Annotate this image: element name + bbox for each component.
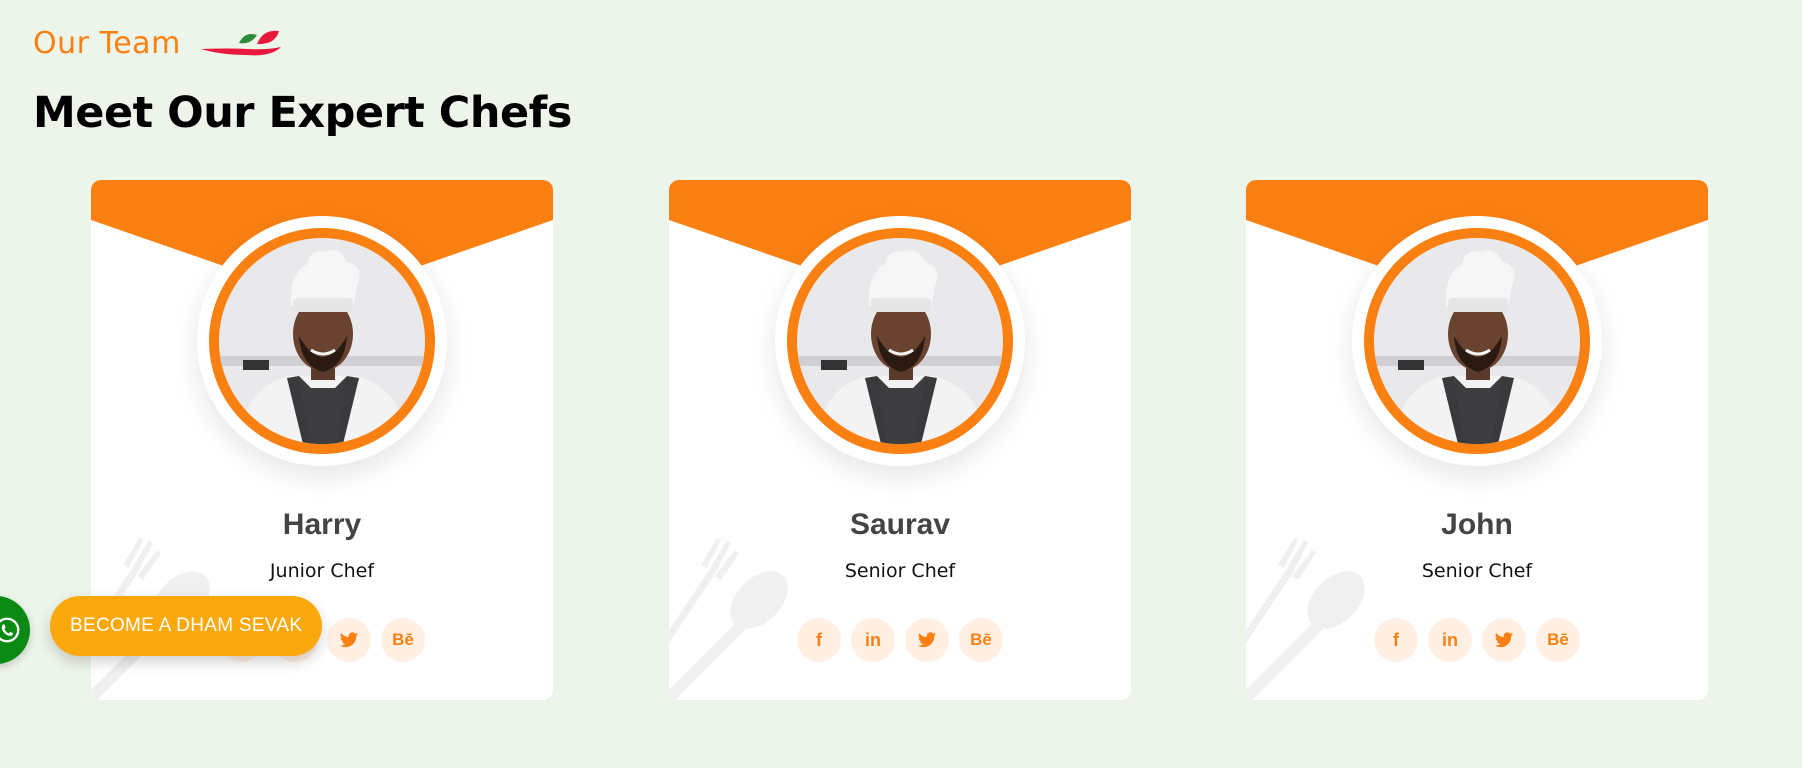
linkedin-icon: in [865, 629, 881, 650]
chef-social-links: f in Bē [669, 618, 1131, 662]
chef-photo [797, 238, 1003, 444]
section-eyebrow: Our Team [33, 26, 283, 61]
chef-avatar [787, 228, 1013, 454]
facebook-icon: f [816, 629, 822, 650]
chef-card: Saurav Senior Chef f in Bē [669, 180, 1131, 700]
chef-card: John Senior Chef f in Bē [1246, 180, 1708, 700]
section-heading: Meet Our Expert Chefs [33, 88, 572, 138]
chef-role: Senior Chef [844, 560, 956, 582]
facebook-link[interactable]: f [797, 618, 841, 662]
linkedin-icon: in [1442, 629, 1458, 650]
become-sevak-button[interactable]: BECOME A DHAM SEVAK [50, 596, 323, 656]
chef-name: Saurav [849, 508, 951, 541]
twitter-link[interactable] [1482, 618, 1526, 662]
facebook-link[interactable]: f [1374, 618, 1418, 662]
chef-avatar-ring [775, 216, 1025, 466]
twitter-icon [917, 632, 937, 648]
chef-avatar [1364, 228, 1590, 454]
chef-avatar [209, 228, 435, 454]
plate-leaf-icon [200, 30, 281, 55]
chef-social-links: f in Bē [1246, 618, 1708, 662]
chef-role: Senior Chef [1421, 560, 1533, 582]
behance-icon: Bē [970, 630, 992, 649]
linkedin-link[interactable]: in [851, 618, 895, 662]
chef-name: John [1441, 508, 1513, 541]
chef-photo [1374, 238, 1580, 444]
twitter-icon [1494, 632, 1514, 648]
twitter-link[interactable] [327, 618, 371, 662]
whatsapp-icon [0, 617, 20, 643]
behance-icon: Bē [392, 630, 414, 649]
chef-avatar-ring [1352, 216, 1602, 466]
behance-link[interactable]: Bē [1536, 618, 1580, 662]
twitter-link[interactable] [905, 618, 949, 662]
behance-icon: Bē [1547, 630, 1569, 649]
facebook-icon: f [1393, 629, 1399, 650]
behance-link[interactable]: Bē [959, 618, 1003, 662]
chef-avatar-ring [197, 216, 447, 466]
chef-photo [219, 238, 425, 444]
twitter-icon [339, 632, 359, 648]
chef-name: Harry [282, 508, 362, 541]
behance-link[interactable]: Bē [381, 618, 425, 662]
linkedin-link[interactable]: in [1428, 618, 1472, 662]
chef-role: Junior Chef [269, 560, 375, 582]
eyebrow-label: Our Team [33, 26, 181, 61]
whatsapp-button[interactable] [0, 596, 30, 664]
